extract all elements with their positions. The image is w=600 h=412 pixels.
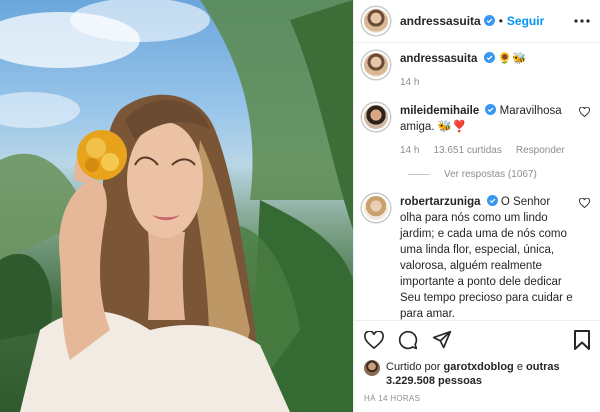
caption-avatar[interactable] <box>362 50 390 79</box>
comment-body: mileidemihaile Maravilhosa amiga. 🐝❣️ 14… <box>400 103 573 159</box>
comment-likes[interactable]: 13.651 curtidas <box>433 143 501 159</box>
liked-by: Curtido por garotxdoblog e outras 3.229.… <box>354 359 600 388</box>
comment-avatar[interactable] <box>362 193 390 222</box>
comment-text: O Senhor olha para nós como um lindo jar… <box>400 195 573 320</box>
comment-like-heart-icon[interactable] <box>579 106 590 117</box>
view-replies-label: Ver respostas (1067) <box>444 168 537 180</box>
verified-badge-icon <box>485 103 497 115</box>
share-button[interactable] <box>432 330 452 350</box>
comment-username[interactable]: mileidemihaile <box>400 105 479 117</box>
comment: robertarzuniga O Senhor olha para nós co… <box>362 193 590 320</box>
follow-button[interactable]: Seguir <box>507 14 544 28</box>
comment: mileidemihaile Maravilhosa amiga. 🐝❣️ 14… <box>362 102 590 159</box>
caption-text: 🌻🐝 <box>497 52 527 65</box>
post-timestamp[interactable]: HÁ 14 HORAS <box>354 388 600 403</box>
comment-time[interactable]: 14 h <box>400 143 419 159</box>
view-replies-button[interactable]: Ver respostas (1067) <box>408 169 590 180</box>
verified-badge-icon <box>483 51 495 63</box>
bottom-spacer <box>354 403 600 412</box>
comment-meta: 14 h 13.651 curtidas Responder <box>400 143 573 159</box>
liked-by-user[interactable]: garotxdoblog <box>443 361 513 373</box>
caption: andressasuita 🌻🐝 14 h <box>362 50 590 91</box>
verified-badge-icon <box>483 15 495 27</box>
comment-avatar[interactable] <box>362 102 390 131</box>
comment-like-heart-icon[interactable] <box>579 197 590 208</box>
caption-body: andressasuita 🌻🐝 14 h <box>400 51 590 91</box>
author-avatar[interactable] <box>362 6 390 35</box>
comment-body: robertarzuniga O Senhor olha para nós co… <box>400 194 573 320</box>
liked-by-prefix: Curtido por <box>386 360 441 373</box>
photo-illustration <box>0 0 353 412</box>
comments-list: andressasuita 🌻🐝 14 h mileidemihaile Mar… <box>354 43 600 320</box>
liker-avatar[interactable] <box>364 359 380 376</box>
header-separator: • <box>498 13 503 28</box>
more-options-icon[interactable] <box>574 19 590 23</box>
caption-meta: 14 h <box>400 75 590 91</box>
like-button[interactable] <box>364 331 384 350</box>
caption-time[interactable]: 14 h <box>400 75 419 91</box>
reply-button[interactable]: Responder <box>516 143 565 159</box>
heart-icon <box>364 331 384 350</box>
author-username[interactable]: andressasuita <box>400 14 481 28</box>
liked-by-connector: e <box>516 360 523 373</box>
save-button[interactable] <box>574 330 590 351</box>
liked-by-text: Curtido por garotxdoblog e outras 3.229.… <box>386 360 590 388</box>
verified-badge-icon <box>486 194 498 206</box>
comment-bubble-icon <box>398 330 418 350</box>
post-side-panel: andressasuita • Seguir andressasuita 🌻🐝 … <box>353 0 600 412</box>
bookmark-icon <box>574 330 590 351</box>
post-photo[interactable] <box>0 0 353 412</box>
post-header: andressasuita • Seguir <box>354 0 600 43</box>
comment-button[interactable] <box>398 330 418 350</box>
caption-username[interactable]: andressasuita <box>400 53 477 65</box>
action-bar <box>354 319 600 360</box>
replies-divider <box>408 173 430 175</box>
paper-plane-icon <box>432 330 452 349</box>
comment-username[interactable]: robertarzuniga <box>400 196 481 208</box>
instagram-post: andressasuita • Seguir andressasuita 🌻🐝 … <box>0 0 600 412</box>
